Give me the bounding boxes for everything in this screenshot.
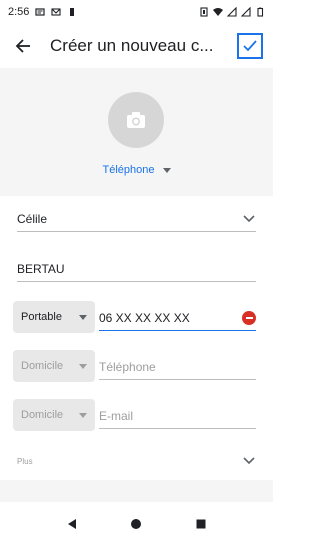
account-selector[interactable]: Téléphone	[0, 164, 273, 176]
system-nav-bar	[0, 502, 273, 546]
email-type-label: Domicile	[21, 409, 64, 421]
caret-down-icon	[162, 167, 171, 173]
status-time: 2:56	[8, 6, 30, 18]
notification-message-icon	[35, 7, 46, 17]
arrow-left-icon	[15, 39, 30, 53]
signal-2-icon	[240, 6, 251, 17]
nav-recents-button[interactable]	[191, 514, 211, 534]
last-name-field[interactable]: BERTAU	[17, 256, 256, 282]
battery-small-icon	[67, 7, 77, 17]
page-title: Créer un nouveau c...	[50, 36, 214, 55]
phone2-type-selector[interactable]: Domicile	[13, 350, 95, 382]
last-name-value: BERTAU	[17, 261, 65, 276]
add-photo-button[interactable]	[108, 92, 164, 148]
check-icon	[243, 40, 257, 52]
first-name-field[interactable]: Célile	[17, 206, 256, 232]
chevron-down-icon[interactable]	[242, 212, 256, 226]
phone2-field[interactable]: Téléphone	[99, 354, 256, 380]
email-placeholder: E-mail	[99, 408, 134, 423]
caret-down-icon	[79, 314, 87, 320]
phone-field[interactable]: 06 XX XX XX XX	[99, 305, 256, 331]
phone2-type-label: Domicile	[21, 360, 64, 372]
signal-icon	[226, 6, 237, 17]
phone2-placeholder: Téléphone	[99, 359, 156, 374]
more-fields-toggle[interactable]: Plus	[17, 452, 256, 470]
phone-type-selector[interactable]: Portable	[13, 301, 95, 333]
back-button[interactable]	[10, 33, 36, 59]
phone-value: 06 XX XX XX XX	[99, 310, 190, 325]
bottom-band	[0, 480, 273, 502]
app-bar: Créer un nouveau c...	[0, 24, 273, 68]
caret-down-icon	[79, 363, 87, 369]
gmail-icon	[51, 7, 61, 17]
battery-icon	[255, 7, 265, 17]
caret-down-icon	[79, 412, 87, 418]
phone-type-label: Portable	[21, 311, 62, 323]
square-recents-icon	[196, 519, 206, 529]
more-label: Plus	[17, 456, 33, 466]
first-name-value: Célile	[17, 211, 48, 226]
nav-home-button[interactable]	[126, 514, 146, 534]
wifi-icon	[213, 7, 223, 17]
circle-home-icon	[131, 519, 142, 529]
account-label: Téléphone	[102, 164, 155, 176]
chevron-down-icon	[243, 457, 255, 465]
triangle-back-icon	[68, 519, 77, 529]
remove-phone-button[interactable]	[242, 310, 256, 325]
nav-back-button[interactable]	[62, 514, 82, 534]
camera-icon	[127, 112, 145, 128]
contact-header: Téléphone	[0, 68, 273, 196]
email-field[interactable]: E-mail	[99, 403, 256, 429]
email-type-selector[interactable]: Domicile	[13, 399, 95, 431]
vibrate-icon	[199, 7, 209, 17]
save-button[interactable]	[237, 33, 263, 59]
status-bar: 2:56	[0, 0, 273, 24]
